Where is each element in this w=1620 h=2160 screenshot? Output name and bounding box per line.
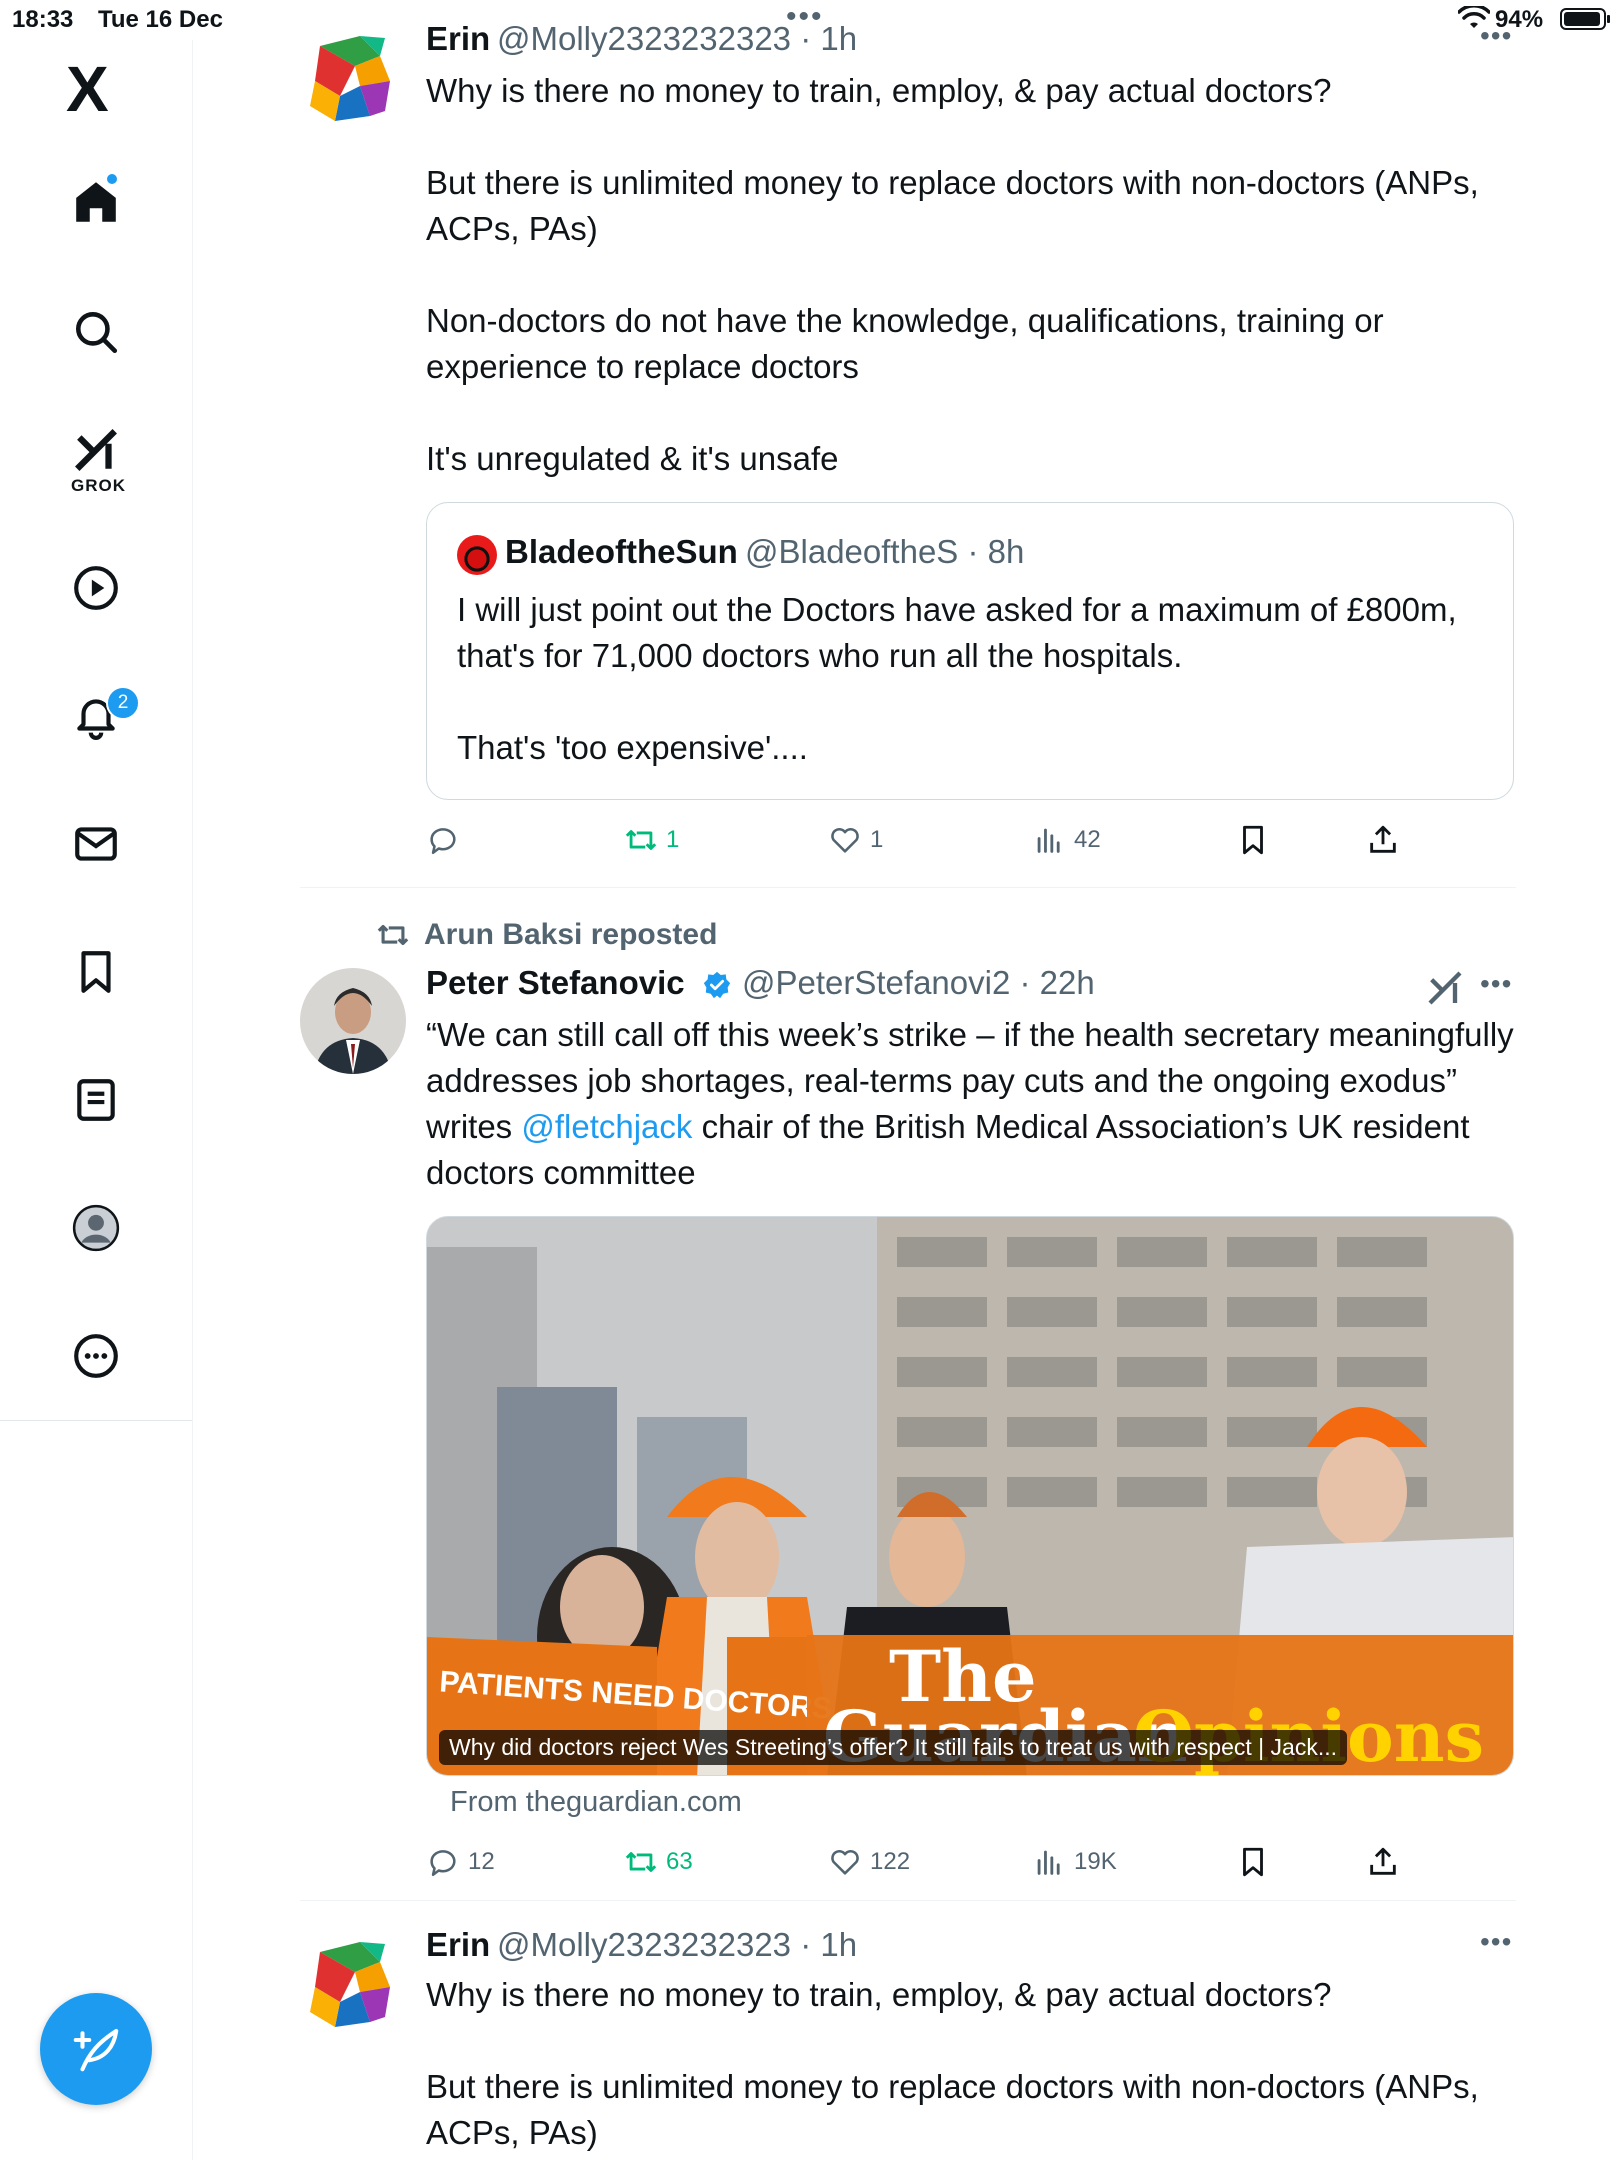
grok-label: GROK <box>71 476 126 495</box>
home-unread-dot <box>107 174 117 184</box>
views-icon <box>1037 828 1060 853</box>
tweet-actions: 12 63 122 19K <box>426 1840 1516 1884</box>
views-count: 19K <box>1074 1848 1117 1875</box>
eagle-avatar-icon <box>300 26 406 132</box>
more-options-icon[interactable]: ••• <box>1480 968 1512 1000</box>
tweet-text: “We can still call off this week’s strik… <box>426 1012 1516 1196</box>
nav-messages[interactable] <box>56 804 136 884</box>
profile-avatar-icon <box>72 1204 120 1252</box>
bookmark-button[interactable] <box>1236 818 1270 862</box>
battery-icon <box>1560 8 1610 30</box>
views-button[interactable]: 19K <box>1032 1840 1117 1884</box>
quoted-author-name: BladeoftheSun <box>505 533 738 570</box>
eagle-avatar-icon <box>300 1932 406 2038</box>
nav-profile[interactable] <box>56 1188 136 1268</box>
avatar[interactable] <box>300 1932 406 2038</box>
bookmark-button[interactable] <box>1236 1840 1270 1884</box>
views-icon <box>1037 1850 1060 1875</box>
reply-count: 12 <box>468 1848 495 1875</box>
heart-icon <box>831 827 859 853</box>
reply-icon <box>430 828 456 855</box>
share-button[interactable] <box>1366 818 1400 862</box>
tweet-divider <box>300 1900 1516 1901</box>
nav-bookmarks[interactable] <box>56 932 136 1012</box>
more-options-icon[interactable]: ••• <box>1480 20 1512 52</box>
quoted-tweet[interactable]: BladeoftheSun @BladeoftheS · 8h I will j… <box>426 502 1514 800</box>
link-card-image[interactable]: PATIENTS NEED DOCTORS The Guardian Opini… <box>426 1216 1514 1776</box>
mention-link[interactable]: @fletchjack <box>521 1108 692 1145</box>
views-button[interactable]: 42 <box>1032 818 1101 862</box>
quoted-text: I will just point out the Doctors have a… <box>457 591 1457 766</box>
sidebar-divider <box>0 1420 192 1421</box>
status-date: Tue 16 Dec <box>98 6 223 33</box>
avatar[interactable] <box>300 968 406 1074</box>
reply-icon <box>430 1850 456 1877</box>
notifications-badge: 2 <box>106 686 140 720</box>
author-handle[interactable]: @Molly2323232323 · 1h <box>497 20 857 58</box>
bookmark-icon <box>81 951 111 993</box>
repost-icon <box>625 1852 657 1872</box>
link-card-title: Why did doctors reject Wes Streeting’s o… <box>439 1730 1347 1765</box>
repost-button[interactable]: 1 <box>624 818 679 862</box>
tweet-text: Why is there no money to train, employ, … <box>426 72 1479 477</box>
quoted-author-handle: @BladeoftheS · 8h <box>745 533 1025 570</box>
heart-icon <box>831 1849 859 1875</box>
repost-count: 1 <box>666 826 680 853</box>
author-handle[interactable]: @Molly2323232323 · 1h <box>497 1926 857 1964</box>
bookmark-icon <box>1243 1847 1263 1877</box>
tweet-divider <box>300 887 1516 888</box>
author-handle[interactable]: @PeterStefanovi2 · 22h <box>742 964 1095 1002</box>
tweet-text: Why is there no money to train, employ, … <box>426 1976 1479 2151</box>
tweet-actions: 1 1 42 <box>426 818 1516 862</box>
compose-button[interactable] <box>40 1993 152 2105</box>
repost-icon <box>625 830 657 850</box>
views-count: 42 <box>1074 826 1101 853</box>
nav-lists[interactable] <box>56 1060 136 1140</box>
bookmark-icon <box>1243 825 1263 855</box>
repost-context[interactable]: Arun Baksi reposted <box>376 918 717 952</box>
author-name[interactable]: Erin <box>426 20 490 58</box>
share-button[interactable] <box>1366 1840 1400 1884</box>
reply-button[interactable]: 12 <box>426 1840 495 1884</box>
play-icon <box>74 566 118 610</box>
lists-icon <box>77 1079 115 1121</box>
repost-icon <box>377 924 409 946</box>
status-time: 18:33 <box>12 6 74 33</box>
author-name[interactable]: Peter Stefanovic <box>426 964 685 1002</box>
home-icon <box>76 182 116 222</box>
share-icon <box>1370 1847 1396 1875</box>
mail-icon <box>75 827 117 861</box>
more-options-icon[interactable]: ••• <box>1480 1926 1512 1958</box>
repost-count: 63 <box>666 1848 693 1875</box>
like-count: 122 <box>870 1848 911 1875</box>
grok-explain-icon[interactable] <box>1425 968 1465 1008</box>
grok-icon <box>75 429 117 471</box>
nav-more[interactable] <box>56 1316 136 1396</box>
like-count: 1 <box>870 826 884 853</box>
repost-button[interactable]: 63 <box>624 1840 693 1884</box>
more-circle-icon <box>74 1334 118 1378</box>
person-avatar-icon <box>300 968 406 1074</box>
author-name[interactable]: Erin <box>426 1926 490 1964</box>
avatar[interactable] <box>300 26 406 132</box>
nav-explore[interactable] <box>56 292 136 372</box>
share-icon <box>1370 825 1396 853</box>
search-icon <box>76 312 118 354</box>
like-button[interactable]: 122 <box>828 1840 910 1884</box>
nav-home[interactable] <box>56 162 136 242</box>
like-button[interactable]: 1 <box>828 818 883 862</box>
quoted-avatar <box>457 535 497 575</box>
x-logo[interactable]: X <box>66 52 109 126</box>
repost-context-label: Arun Baksi reposted <box>424 918 718 951</box>
link-source[interactable]: From theguardian.com <box>450 1786 742 1819</box>
compose-feather-icon <box>73 2028 119 2072</box>
reply-button[interactable] <box>426 818 468 862</box>
nav-video[interactable] <box>56 548 136 628</box>
verified-badge-icon <box>703 971 731 999</box>
